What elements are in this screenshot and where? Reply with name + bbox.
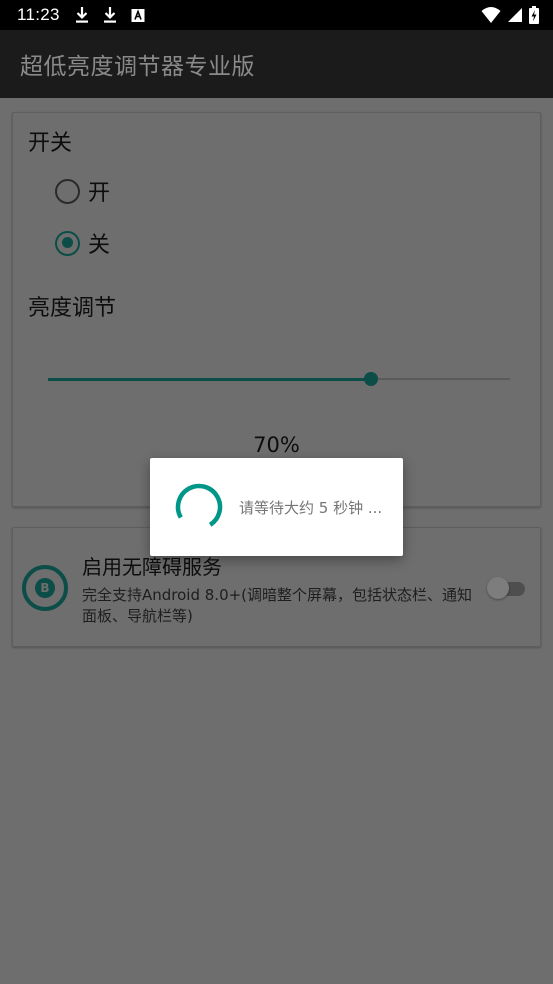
accessibility-description: 完全支持Android 8.0+(调暗整个屏幕，包括状态栏、通知面板、导航栏等) [82,586,473,625]
signal-icon [507,6,523,24]
radio-button-unchecked[interactable] [55,178,80,204]
a-notification-icon [130,6,146,24]
slider-thumb[interactable] [364,372,379,386]
status-bar: 11:23 [0,0,553,30]
dialog-message: 请等待大约 5 秒钟 ... [239,498,383,517]
radio-label-off: 关 [88,233,111,258]
accessibility-toggle[interactable] [487,577,527,599]
status-time: 11:23 [17,5,60,24]
radio-option-off[interactable]: 关 [55,227,110,259]
loading-spinner-icon [174,482,224,532]
download-icon [74,6,90,24]
radio-label-on: 开 [88,181,111,206]
accessibility-service-icon: B [22,565,68,611]
radio-button-checked[interactable] [55,230,80,256]
download-icon [102,6,118,24]
brightness-section-title: 亮度调节 [28,296,117,321]
toggle-thumb[interactable] [487,577,509,599]
brightness-slider[interactable] [48,368,510,390]
brightness-value-label: 70% [253,433,300,457]
slider-fill [48,377,372,381]
app-title: 超低亮度调节器专业版 [20,54,255,80]
progress-dialog: 请等待大约 5 秒钟 ... [150,458,403,556]
switch-section-title: 开关 [28,131,73,156]
app-bar: 超低亮度调节器专业版 [0,30,553,98]
wifi-icon [481,6,501,24]
battery-charging-icon [529,6,539,24]
radio-option-on[interactable]: 开 [55,175,110,207]
